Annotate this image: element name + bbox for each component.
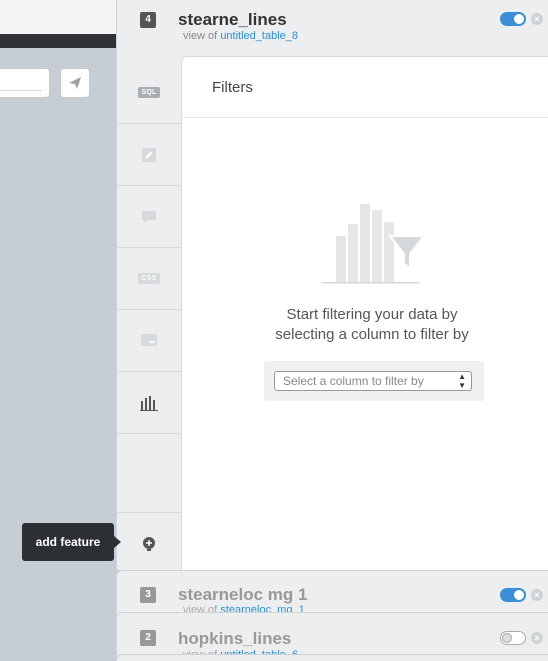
select-arrows-icon: ▲ ▼ xyxy=(458,372,466,390)
empty-line-2: selecting a column to filter by xyxy=(275,326,469,343)
layer-name[interactable]: stearne_lines xyxy=(178,10,287,30)
source-table-link[interactable]: untitled_table_8 xyxy=(220,30,298,42)
top-bar xyxy=(0,0,116,34)
tool-wizard[interactable] xyxy=(117,124,181,186)
layer-name[interactable]: stearneloc mg 1 xyxy=(178,585,307,605)
tool-add-feature[interactable] xyxy=(117,512,181,574)
legend-icon xyxy=(141,333,157,346)
layer-visibility-toggle[interactable] xyxy=(500,588,526,602)
add-feature-icon xyxy=(143,536,155,551)
send-button[interactable] xyxy=(60,68,90,98)
tool-infowindow[interactable] xyxy=(117,186,181,248)
empty-line-1: Start filtering your data by xyxy=(286,306,458,323)
layer-number-badge: 4 xyxy=(140,12,156,28)
close-icon[interactable]: × xyxy=(531,632,543,644)
tool-filters[interactable] xyxy=(117,372,181,434)
divider xyxy=(182,117,548,118)
tooltip-arrow xyxy=(114,536,121,548)
column-select[interactable]: Select a column to filter by ▲ ▼ xyxy=(274,371,472,391)
view-of-label: view of xyxy=(183,30,218,42)
column-select-placeholder: Select a column to filter by xyxy=(283,374,424,388)
empty-state-text: Start filtering your data by selecting a… xyxy=(182,305,548,345)
wizard-icon xyxy=(142,147,156,162)
infowindow-icon xyxy=(142,210,156,223)
sql-icon: SQL xyxy=(138,87,160,98)
layer-visibility-toggle[interactable] xyxy=(500,12,526,26)
layer-card-3[interactable]: 3 stearneloc mg 1 view of stearneloc_mg_… xyxy=(116,570,548,618)
tool-css[interactable]: CSS xyxy=(117,248,181,310)
close-icon[interactable]: × xyxy=(531,589,543,601)
tool-sql[interactable]: SQL xyxy=(117,62,181,124)
map-area[interactable] xyxy=(0,0,116,661)
filters-title: Filters xyxy=(212,79,253,96)
layer-tools-sidebar: SQL CSS xyxy=(117,62,181,570)
tool-legend[interactable] xyxy=(117,310,181,372)
layer-source: view of untitled_table_8 xyxy=(183,30,298,42)
filters-icon xyxy=(140,395,158,411)
add-feature-tooltip: add feature xyxy=(22,523,114,561)
dark-header-bar xyxy=(0,34,116,48)
layer-number-badge: 3 xyxy=(140,587,156,603)
column-select-wrapper: Select a column to filter by ▲ ▼ xyxy=(264,361,484,401)
filters-pane: Filters Start filtering your data by sel… xyxy=(181,56,548,570)
css-icon: CSS xyxy=(138,273,160,284)
search-input[interactable] xyxy=(0,68,50,98)
filter-illustration-icon xyxy=(322,204,426,284)
layer-panel: 4 stearne_lines view of untitled_table_8… xyxy=(116,0,548,570)
layer-name[interactable]: hopkins_lines xyxy=(178,629,291,649)
layer-card-edge xyxy=(116,654,548,661)
close-icon[interactable]: × xyxy=(531,13,543,25)
layer-number-badge: 2 xyxy=(140,630,156,646)
layer-header[interactable]: 4 stearne_lines view of untitled_table_8… xyxy=(117,0,548,56)
send-icon xyxy=(69,77,81,89)
layer-visibility-toggle[interactable] xyxy=(500,631,526,645)
